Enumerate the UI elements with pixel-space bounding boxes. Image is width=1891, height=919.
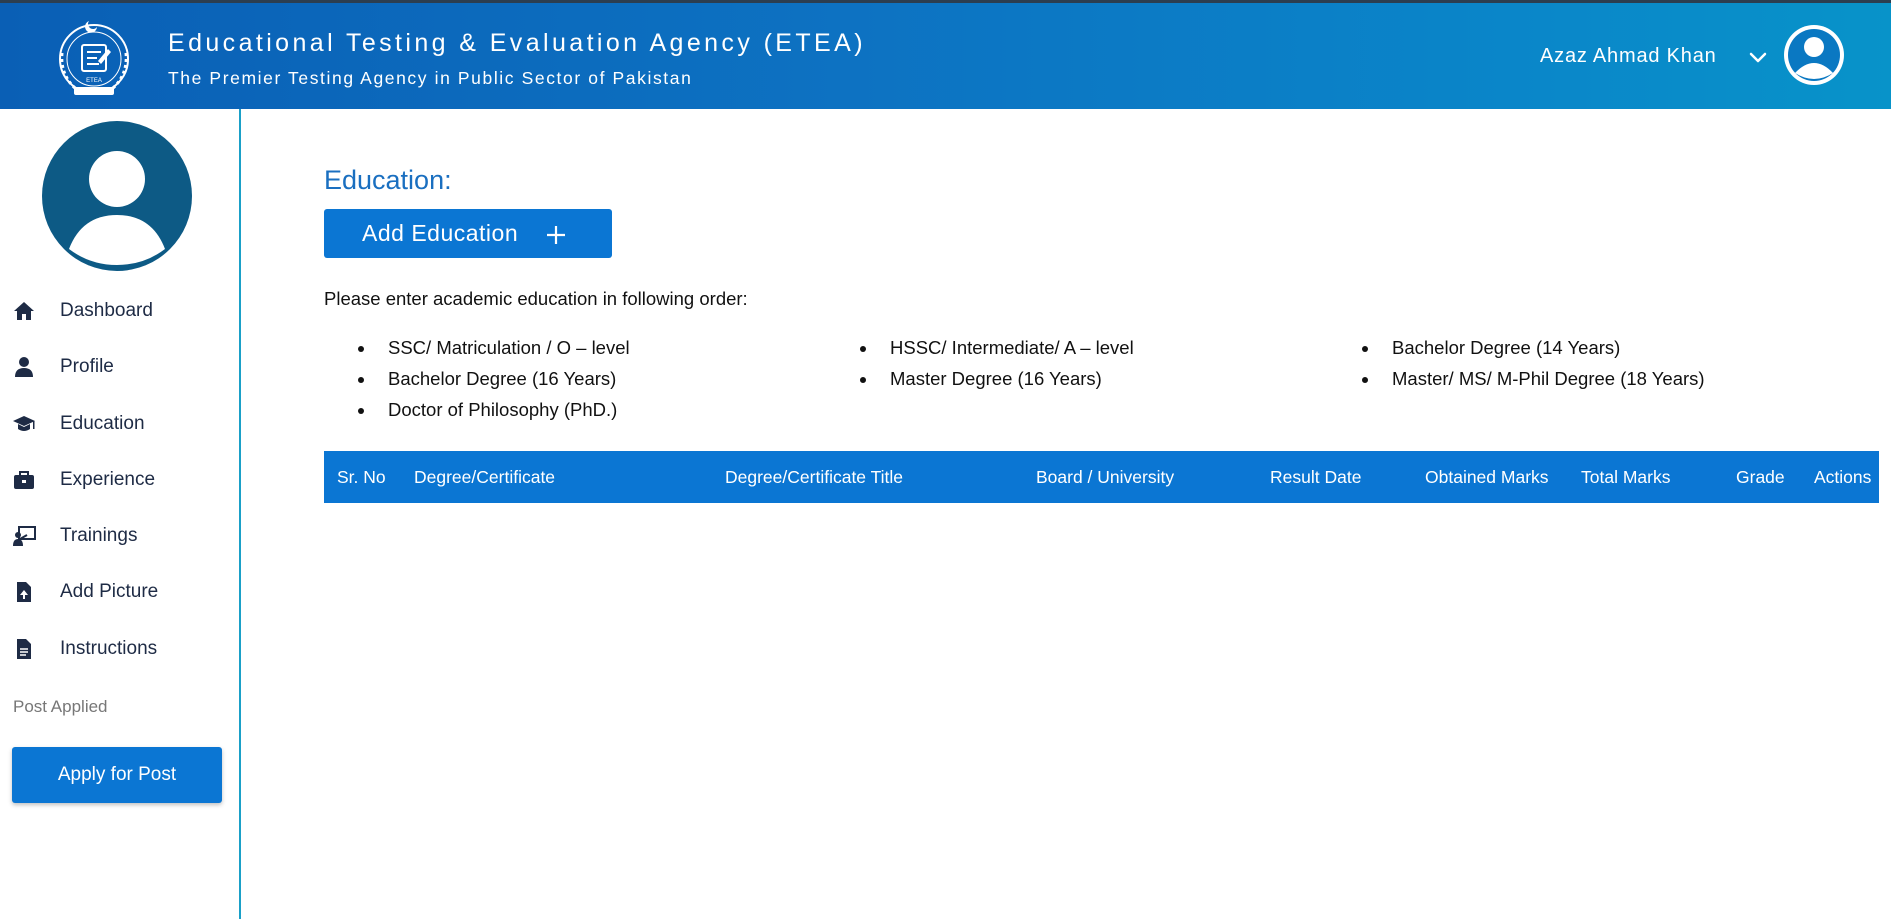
chevron-down-icon[interactable]	[1748, 50, 1768, 66]
sidebar-item-add-picture[interactable]: Add Picture	[12, 577, 227, 607]
sidebar-item-label: Instructions	[60, 638, 158, 659]
agency-subtitle: The Premier Testing Agency in Public Sec…	[168, 68, 693, 88]
column-header-degree-title[interactable]: Degree/Certificate Title	[725, 451, 903, 503]
list-item: HSSC/ Intermediate/ A – level	[860, 337, 1134, 358]
add-education-button[interactable]: Add Education	[324, 209, 612, 258]
list-item: Doctor of Philosophy (PhD.)	[357, 399, 618, 420]
sidebar-item-label: Add Picture	[60, 581, 159, 602]
column-header-sr-no[interactable]: Sr. No	[337, 451, 386, 503]
sidebar-item-label: Dashboard	[60, 300, 153, 321]
education-table-header: Sr. No Degree/Certificate Degree/Certifi…	[324, 451, 1879, 503]
list-item: Bachelor Degree (14 Years)	[1361, 337, 1621, 358]
file-upload-icon	[12, 580, 36, 604]
column-header-degree-certificate[interactable]: Degree/Certificate	[414, 451, 555, 503]
home-icon	[12, 299, 36, 323]
document-icon	[12, 637, 36, 661]
sidebar-item-instructions[interactable]: Instructions	[12, 634, 227, 664]
apply-for-post-button[interactable]: Apply for Post	[12, 747, 222, 803]
trainer-icon	[12, 524, 36, 548]
list-item: Master/ MS/ M-Phil Degree (18 Years)	[1362, 368, 1705, 389]
sidebar-item-education[interactable]: Education	[12, 409, 227, 439]
sidebar: Dashboard Profile Education Experience T…	[0, 109, 241, 919]
user-icon	[12, 355, 36, 379]
page-title: Education:	[324, 165, 452, 195]
user-avatar-icon[interactable]	[1782, 23, 1846, 87]
add-education-label: Add Education	[362, 220, 519, 246]
sidebar-item-dashboard[interactable]: Dashboard	[12, 296, 227, 326]
column-header-board-university[interactable]: Board / University	[1036, 451, 1174, 503]
sidebar-item-profile[interactable]: Profile	[12, 352, 227, 382]
sidebar-item-label: Profile	[60, 356, 114, 377]
post-applied-label: Post Applied	[13, 697, 108, 716]
sidebar-item-label: Education	[60, 413, 145, 434]
column-header-obtained-marks[interactable]: Obtained Marks	[1425, 451, 1549, 503]
column-header-total-marks[interactable]: Total Marks	[1581, 451, 1670, 503]
sidebar-item-experience[interactable]: Experience	[12, 465, 227, 495]
sidebar-item-label: Experience	[60, 469, 156, 490]
svg-text:ETEA: ETEA	[86, 78, 102, 84]
education-order-instructions: Please enter academic education in follo…	[324, 288, 748, 309]
plus-icon	[546, 224, 566, 244]
list-item: Master Degree (16 Years)	[860, 368, 1102, 389]
list-item: SSC/ Matriculation / O – level	[358, 337, 630, 358]
briefcase-icon	[12, 468, 36, 492]
list-item: Bachelor Degree (16 Years)	[357, 368, 617, 389]
sidebar-item-label: Trainings	[60, 525, 138, 546]
graduation-cap-icon	[12, 412, 36, 436]
app-header: ETEA Educational Testing & Evaluation Ag…	[0, 3, 1891, 109]
etea-crest-logo[interactable]: ETEA	[52, 15, 136, 101]
column-header-actions[interactable]: Actions	[1814, 451, 1871, 503]
user-name[interactable]: Azaz Ahmad Khan	[1540, 45, 1717, 68]
column-header-result-date[interactable]: Result Date	[1270, 451, 1361, 503]
column-header-grade[interactable]: Grade	[1736, 451, 1785, 503]
sidebar-item-trainings[interactable]: Trainings	[12, 521, 227, 551]
agency-title: Educational Testing & Evaluation Agency …	[168, 29, 866, 57]
profile-avatar-icon	[42, 121, 192, 271]
